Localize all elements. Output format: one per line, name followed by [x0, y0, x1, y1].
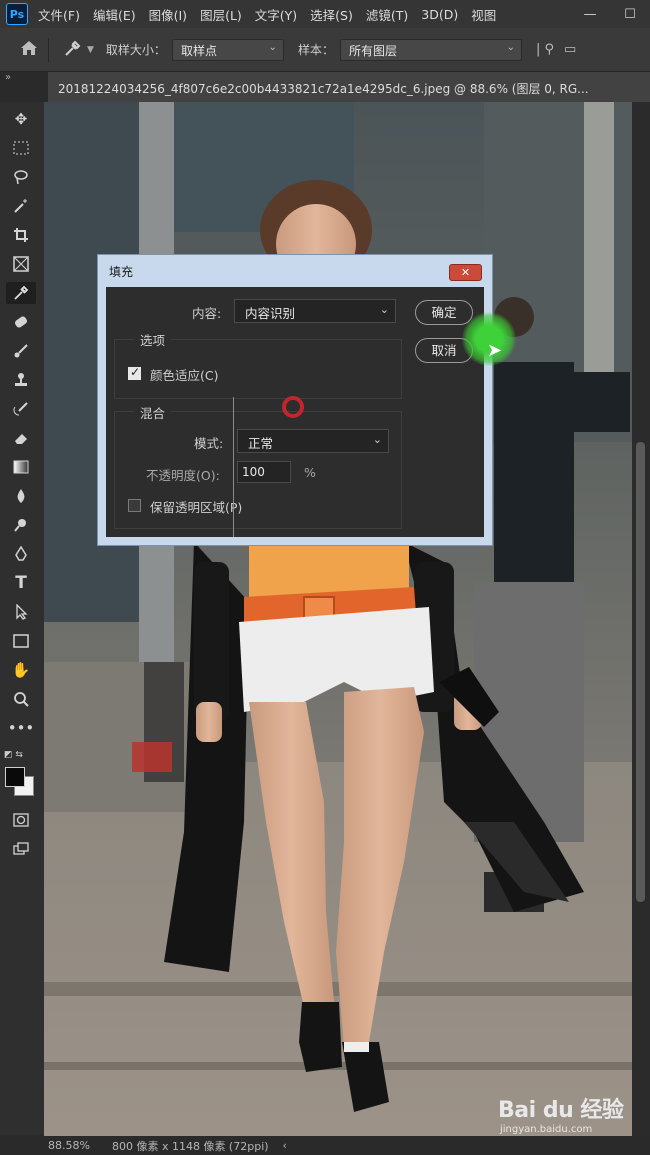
- pen-tool-icon[interactable]: [6, 543, 36, 565]
- menu-image[interactable]: 图像(I): [149, 5, 187, 24]
- mode-label: 模式:: [194, 436, 224, 451]
- chevron-down-icon: ⌄: [268, 41, 277, 53]
- move-tool-icon[interactable]: ✥: [6, 108, 36, 130]
- baidu-watermark: Bai du 经验 jingyan.baidu.com: [498, 1092, 624, 1135]
- photoshop-logo: Ps: [6, 3, 28, 25]
- zoom-tool-icon[interactable]: [6, 688, 36, 710]
- lasso-tool-icon[interactable]: [6, 166, 36, 188]
- opacity-label: 不透明度(O):: [146, 468, 220, 483]
- brush-tool-icon[interactable]: [6, 340, 36, 362]
- content-select[interactable]: 内容识别 ⌄: [234, 299, 396, 323]
- workspace-icon[interactable]: ▭: [564, 42, 576, 57]
- document-tab[interactable]: 20181224034256_4f807c6e2c00b4433821c72a1…: [48, 72, 650, 102]
- chevron-down-icon: ⌄: [506, 41, 515, 53]
- sample-label: 样本：: [297, 43, 334, 57]
- hand-tool-icon[interactable]: ✋: [6, 659, 36, 681]
- menu-file[interactable]: 文件(F): [38, 5, 80, 24]
- menu-3d[interactable]: 3D(D): [421, 7, 458, 22]
- magic-wand-tool-icon[interactable]: [6, 195, 36, 217]
- opacity-unit: %: [304, 465, 316, 480]
- path-selection-tool-icon[interactable]: [6, 601, 36, 623]
- eraser-tool-icon[interactable]: [6, 427, 36, 449]
- screen-mode-icon[interactable]: [6, 838, 36, 860]
- mode-select[interactable]: 正常 ⌄: [237, 429, 389, 453]
- history-brush-tool-icon[interactable]: [6, 398, 36, 420]
- preserve-transparency-checkbox[interactable]: [128, 499, 141, 512]
- menu-select[interactable]: 选择(S): [310, 5, 353, 24]
- eyedropper-sample-ring: [282, 396, 304, 418]
- mode-value: 正常: [248, 436, 274, 451]
- dialog-title: 填充: [109, 265, 134, 279]
- dialog-titlebar[interactable]: 填充 ✕: [98, 255, 492, 287]
- preserve-transparency-label: 保留透明区域(P): [150, 500, 243, 515]
- selection-edge-line: [233, 397, 234, 537]
- search-icon[interactable]: | ⚲: [536, 42, 554, 57]
- menu-bar: Ps 文件(F) 编辑(E) 图像(I) 图层(L) 文字(Y) 选择(S) 滤…: [0, 0, 650, 28]
- menu-edit[interactable]: 编辑(E): [93, 5, 136, 24]
- healing-brush-tool-icon[interactable]: [6, 311, 36, 333]
- menu-filter[interactable]: 滤镜(T): [366, 5, 408, 24]
- sample-size-label: 取样大小：: [105, 43, 166, 57]
- toolbox: ✥ T ✋ ••• ◩ ⇆: [0, 102, 44, 1135]
- type-tool-icon[interactable]: T: [6, 572, 36, 594]
- maximize-button[interactable]: ☐: [610, 7, 650, 22]
- watermark-main: Bai du 经验: [498, 1098, 624, 1123]
- eyedropper-preset-icon[interactable]: [63, 39, 83, 61]
- document-tab-bar: » 20181224034256_4f807c6e2c00b4433821c72…: [0, 72, 650, 102]
- blend-group-label: 混合: [134, 403, 172, 422]
- photoshop-window: Ps 文件(F) 编辑(E) 图像(I) 图层(L) 文字(Y) 选择(S) 滤…: [0, 0, 650, 1155]
- collapse-panel-icon[interactable]: »: [5, 72, 11, 83]
- foreground-color-swatch[interactable]: [5, 767, 25, 787]
- default-colors-icon[interactable]: ◩ ⇆: [4, 750, 23, 760]
- content-label: 内容:: [192, 306, 222, 321]
- chevron-down-icon[interactable]: ▼: [87, 45, 94, 55]
- chevron-down-icon: ⌄: [379, 303, 389, 316]
- sample-value: 所有图层: [348, 43, 397, 58]
- home-icon[interactable]: [20, 40, 38, 60]
- options-bar: ▼ 取样大小： 取样点 ⌄ 样本： 所有图层 ⌄ | ⚲ ▭: [0, 28, 650, 72]
- quick-mask-icon[interactable]: [6, 809, 36, 831]
- menu-view[interactable]: 视图: [471, 5, 496, 24]
- content-value: 内容识别: [245, 306, 296, 321]
- opacity-input[interactable]: 100: [237, 461, 291, 483]
- mouse-pointer-icon: ➤: [487, 340, 503, 361]
- sample-size-select[interactable]: 取样点 ⌄: [171, 38, 284, 61]
- clone-stamp-tool-icon[interactable]: [6, 369, 36, 391]
- watermark-url: jingyan.baidu.com: [500, 1124, 593, 1135]
- menu-layer[interactable]: 图层(L): [200, 5, 242, 24]
- zoom-level[interactable]: 88.58%: [48, 1139, 90, 1152]
- chevron-down-icon: ⌄: [372, 433, 382, 446]
- document-size: 800 像素 x 1148 像素 (72ppi): [111, 1139, 269, 1153]
- status-bar: 88.58% 800 像素 x 1148 像素 (72ppi) ‹: [0, 1136, 650, 1155]
- rectangle-tool-icon[interactable]: [6, 630, 36, 652]
- status-nav-arrow[interactable]: ‹: [283, 1139, 287, 1152]
- eyedropper-tool-icon[interactable]: [6, 282, 36, 304]
- color-adapt-label: 颜色适应(C): [150, 368, 219, 383]
- dodge-tool-icon[interactable]: [6, 514, 36, 536]
- menu-type[interactable]: 文字(Y): [255, 5, 297, 24]
- frame-tool-icon[interactable]: [6, 253, 36, 275]
- sample-size-value: 取样点: [180, 43, 217, 58]
- crop-tool-icon[interactable]: [6, 224, 36, 246]
- dialog-close-button[interactable]: ✕: [449, 264, 482, 281]
- sample-select[interactable]: 所有图层 ⌄: [339, 38, 522, 61]
- options-group-label: 选项: [134, 330, 172, 349]
- window-controls: — ☐: [570, 0, 650, 28]
- minimize-button[interactable]: —: [570, 7, 610, 22]
- more-tools-icon[interactable]: •••: [6, 717, 36, 739]
- ok-button[interactable]: 确定: [415, 300, 473, 325]
- vertical-scrollbar[interactable]: [632, 102, 650, 1136]
- marquee-tool-icon[interactable]: [6, 137, 36, 159]
- scrollbar-thumb[interactable]: [636, 442, 645, 902]
- color-adapt-checkbox[interactable]: [128, 365, 141, 380]
- blur-tool-icon[interactable]: [6, 485, 36, 507]
- gradient-tool-icon[interactable]: [6, 456, 36, 478]
